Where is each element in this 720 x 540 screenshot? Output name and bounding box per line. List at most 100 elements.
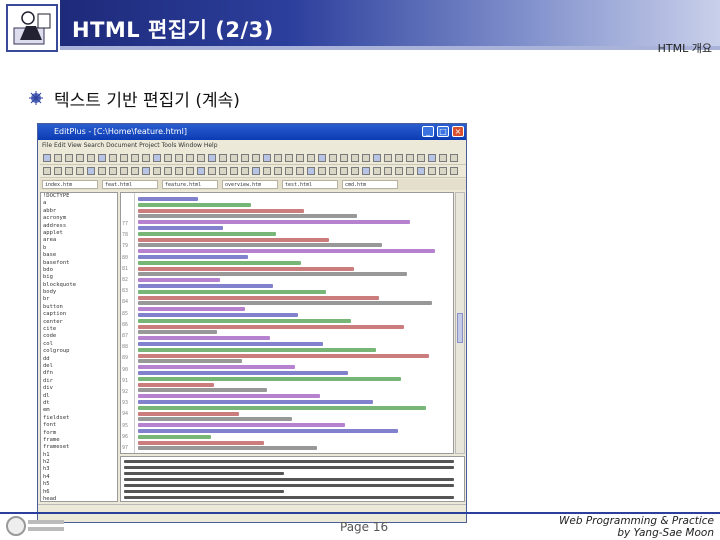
code-line (138, 237, 329, 242)
code-line (138, 376, 401, 381)
toolbar-icon (142, 154, 150, 162)
code-line (138, 347, 376, 352)
code-line (138, 411, 239, 416)
toolbar-icon (307, 154, 315, 162)
tag-list-item: address (43, 222, 67, 229)
code-line (138, 249, 435, 254)
document-tab: feature.html (162, 180, 218, 189)
presenter-icon (6, 4, 58, 52)
toolbar-icon (109, 154, 117, 162)
toolbar-icon (54, 154, 62, 162)
toolbar-icon (274, 154, 282, 162)
toolbar-icon (395, 167, 403, 175)
code-line (138, 417, 292, 422)
toolbar-icon (252, 167, 260, 175)
tag-list-item: cite (43, 326, 57, 333)
code-line (138, 342, 323, 346)
output-line (124, 472, 284, 475)
toolbar-icon (296, 154, 304, 162)
toolbar-icon (340, 167, 348, 175)
tag-list-item: head (43, 496, 57, 502)
document-tab: overview.htm (222, 180, 278, 189)
code-line (138, 429, 398, 433)
toolbar-icon (373, 167, 381, 175)
toolbar-icon (252, 154, 260, 162)
tag-list-item: abbr (43, 207, 57, 214)
toolbar-icon (131, 167, 139, 175)
code-line (138, 289, 326, 294)
toolbar-icon (120, 167, 128, 175)
code-line (138, 202, 251, 207)
header-bar: HTML 편집기 (2/3) HTML 개요 (0, 0, 720, 58)
toolbar-icon (373, 154, 381, 162)
tag-list-item: dl (43, 392, 50, 399)
code-line (138, 260, 301, 265)
toolbar-icon (307, 167, 315, 175)
line-number: 95 (122, 422, 129, 429)
toolbar-icon (153, 167, 161, 175)
tag-list-item: br (43, 296, 50, 303)
code-line (138, 214, 357, 219)
code-line (138, 353, 429, 358)
toolbar-icon (395, 154, 403, 162)
menu-bar: File Edit View Search Document Project T… (42, 142, 218, 149)
toolbar-icon (230, 167, 238, 175)
tag-list-item: dt (43, 399, 50, 406)
toolbar-icon (417, 154, 425, 162)
code-line (138, 440, 264, 445)
line-number: 79 (122, 243, 129, 250)
toolbar-icon (120, 154, 128, 162)
toolbar-row-2 (40, 165, 466, 178)
header-shadow (60, 46, 720, 50)
scrollbar-thumb (457, 313, 463, 343)
code-line (138, 405, 426, 410)
toolbar-icon (450, 154, 458, 162)
toolbar-icon (362, 167, 370, 175)
footer-divider (0, 512, 720, 514)
toolbar-icon (384, 154, 392, 162)
editor-scrollbar (455, 192, 465, 454)
document-tabs: index.htm feat.html feature.html overview.h… (40, 179, 466, 190)
code-line (138, 446, 317, 451)
line-number: 86 (122, 321, 129, 328)
tag-list-item: blockquote (43, 281, 77, 288)
toolbar-icon (362, 154, 370, 162)
toolbar-icon (406, 154, 414, 162)
toolbar-icon (131, 154, 139, 162)
toolbar-icon (241, 154, 249, 162)
line-number: 88 (122, 344, 129, 351)
tag-list-item: applet (43, 229, 63, 236)
toolbar-icon (186, 154, 194, 162)
toolbar-icon (329, 154, 337, 162)
toolbar-icon (208, 154, 216, 162)
tag-list-item: button (43, 303, 63, 310)
toolbar-icon (439, 167, 447, 175)
html-tag-list: !DOCTYPE a abbr acronym address applet area b ba… (40, 192, 118, 502)
tag-list-item: big (43, 274, 53, 281)
bullet-text: 텍스트 기반 편집기 (계속) (54, 91, 240, 111)
tag-list-item: h3 (43, 466, 50, 473)
tag-list-item: bdo (43, 266, 53, 273)
line-number: 92 (122, 389, 129, 395)
line-gutter: 77 78 79 80 81 82 83 84 85 86 87 88 89 90 91 92 93 94 95 96… (121, 193, 135, 453)
toolbar-icon (428, 167, 436, 175)
toolbar-icon (219, 154, 227, 162)
course-credit: Web Programming & Practice by Yang-Sae M… (559, 515, 714, 539)
code-line (138, 243, 382, 248)
code-line (138, 371, 348, 375)
tag-list-item: div (43, 385, 53, 392)
line-number: 94 (122, 411, 129, 418)
toolbar-icon (54, 167, 62, 175)
line-number: 91 (122, 377, 129, 384)
tag-list-item: em (43, 407, 50, 414)
code-line (138, 284, 273, 288)
toolbar-icon (340, 154, 348, 162)
code-line (138, 295, 379, 300)
toolbar-icon (76, 154, 84, 162)
toolbar-icon (65, 154, 73, 162)
output-line (124, 490, 284, 493)
line-number: 77 (122, 221, 129, 227)
toolbar-icon (351, 167, 359, 175)
toolbar-icon (186, 167, 194, 175)
code-line (138, 301, 432, 306)
